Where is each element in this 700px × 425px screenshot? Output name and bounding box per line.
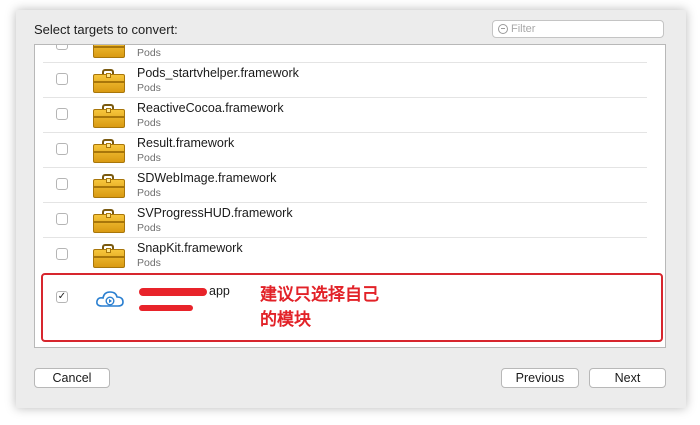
filter-input[interactable] [511,21,661,37]
toolbox-icon [93,174,125,198]
target-name: SDWebImage.framework [137,171,277,185]
target-row[interactable]: Result.framework Pods [35,133,647,168]
target-row[interactable]: SnapKit.framework Pods [35,238,647,273]
annotation-line: 的模块 [260,310,311,330]
target-checkbox[interactable] [56,73,68,85]
next-button[interactable]: Next [589,368,666,388]
target-name: SVProgressHUD.framework [137,206,293,220]
target-name: ReactiveCocoa.framework [137,101,284,115]
target-project: Pods [137,82,161,94]
annotation-text: 建议只选择自己 的模块 [260,283,379,333]
target-checkbox[interactable] [56,108,68,120]
target-checkbox[interactable] [56,143,68,155]
target-project: Pods [137,257,161,269]
convert-dialog: Select targets to convert: Pods Pods_sta… [16,10,686,408]
filter-icon [498,24,508,34]
target-row[interactable]: SDWebImage.framework Pods [35,168,647,203]
target-row[interactable]: Pods_startvhelper.framework Pods [35,63,647,98]
annotation-line: 建议只选择自己 [260,285,379,305]
target-name: Result.framework [137,136,235,150]
toolbox-icon [93,209,125,233]
toolbox-icon [93,244,125,268]
target-project: Pods [137,187,161,199]
target-checkbox[interactable] [56,213,68,225]
target-project: Pods [137,222,161,234]
target-row[interactable]: Pods [35,45,647,63]
filter-field[interactable] [492,20,664,38]
target-name: SnapKit.framework [137,241,243,255]
toolbox-icon [93,104,125,128]
target-row[interactable]: ReactiveCocoa.framework Pods [35,98,647,133]
toolbox-icon [93,69,125,93]
header-label: Select targets to convert: [34,22,178,37]
target-project: Pods [137,152,161,164]
toolbox-icon [93,139,125,163]
target-checkbox[interactable] [56,178,68,190]
target-checkbox[interactable] [56,45,68,50]
target-checkbox[interactable] [56,248,68,260]
previous-button[interactable]: Previous [501,368,579,388]
toolbox-icon [93,45,125,58]
target-name: Pods_startvhelper.framework [137,66,299,80]
target-project: Pods [137,47,161,59]
target-project: Pods [137,117,161,129]
target-row[interactable]: SVProgressHUD.framework Pods [35,203,647,238]
cancel-button[interactable]: Cancel [34,368,110,388]
